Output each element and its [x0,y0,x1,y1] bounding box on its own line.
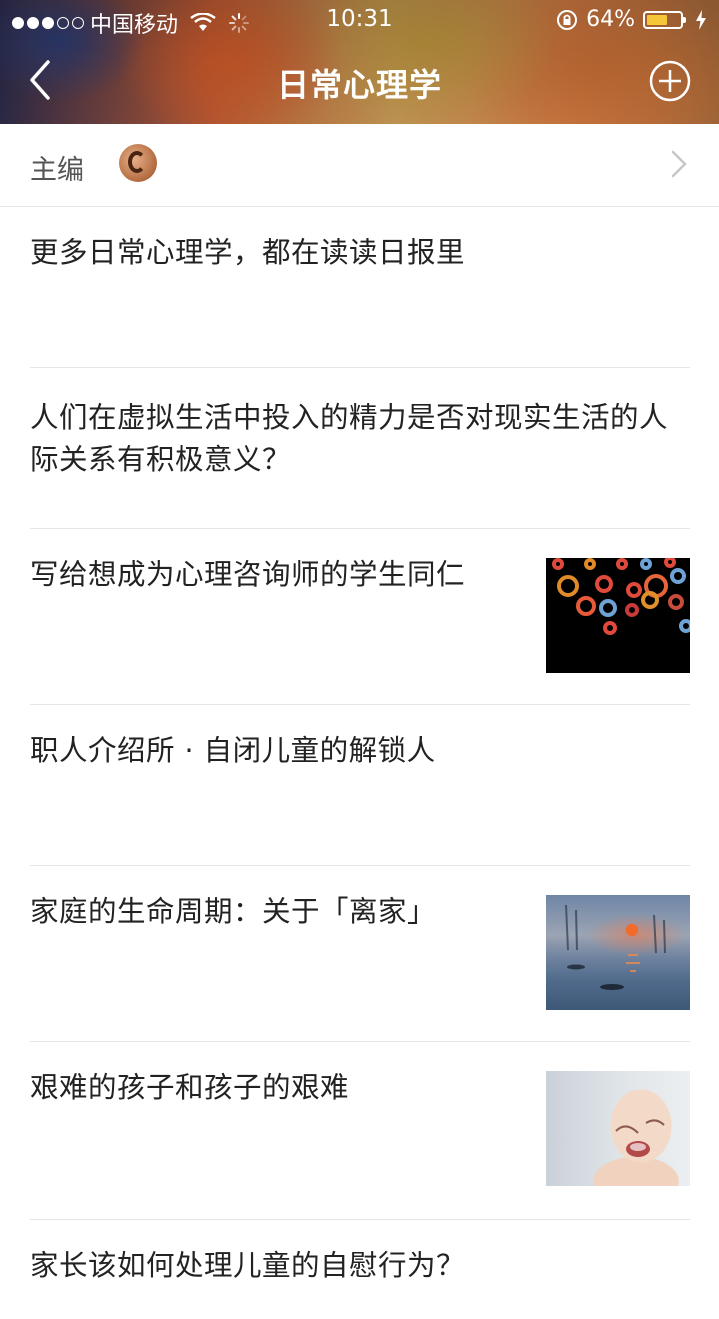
page-title: 日常心理学 [276,66,442,104]
header: 中国移动 10:31 64% 日常心理学 [0,0,719,124]
editor-row[interactable]: 主编 [0,124,719,207]
article-title: 职人介绍所 · 自闭儿童的解锁人 [30,734,436,767]
orientation-lock-icon [557,9,578,30]
article-item[interactable]: 家庭的生命周期：关于「离家」 [30,865,690,1042]
article-item[interactable]: 职人介绍所 · 自闭儿童的解锁人 [30,704,690,866]
article-title: 家长该如何处理儿童的自慰行为？ [30,1249,466,1282]
editor-label: 主编 [30,155,84,186]
editor-avatar [119,144,157,182]
article-item[interactable]: 艰难的孩子和孩子的艰难 [30,1041,690,1220]
article-title: 艰难的孩子和孩子的艰难 [30,1071,350,1104]
article-title: 家庭的生命周期：关于「离家」 [30,895,437,928]
article-item[interactable]: 家长该如何处理儿童的自慰行为？ [30,1219,690,1319]
article-title: 人们在虚拟生活中投入的精力是否对现实生活的人际关系有积极意义？ [30,401,669,476]
add-button[interactable] [649,60,691,102]
article-item[interactable]: 更多日常心理学，都在读读日报里 [30,206,690,368]
nav-bar: 日常心理学 [0,40,719,124]
status-bar: 中国移动 10:31 64% [0,0,719,40]
battery-icon [643,10,686,29]
article-title: 写给想成为心理咨询师的学生同仁 [30,558,466,591]
article-title: 更多日常心理学，都在读读日报里 [30,236,466,269]
charging-bolt-icon [696,9,706,30]
article-item[interactable]: 人们在虚拟生活中投入的精力是否对现实生活的人际关系有积极意义？ [30,367,690,529]
article-thumbnail-baby [546,1071,690,1186]
article-item[interactable]: 写给想成为心理咨询师的学生同仁 [30,528,690,705]
article-thumbnail-painting [546,895,690,1010]
status-right: 64% [556,7,707,32]
battery-percent: 64% [586,7,635,32]
chevron-right-icon [671,150,687,178]
article-thumbnail-gears [546,558,690,673]
